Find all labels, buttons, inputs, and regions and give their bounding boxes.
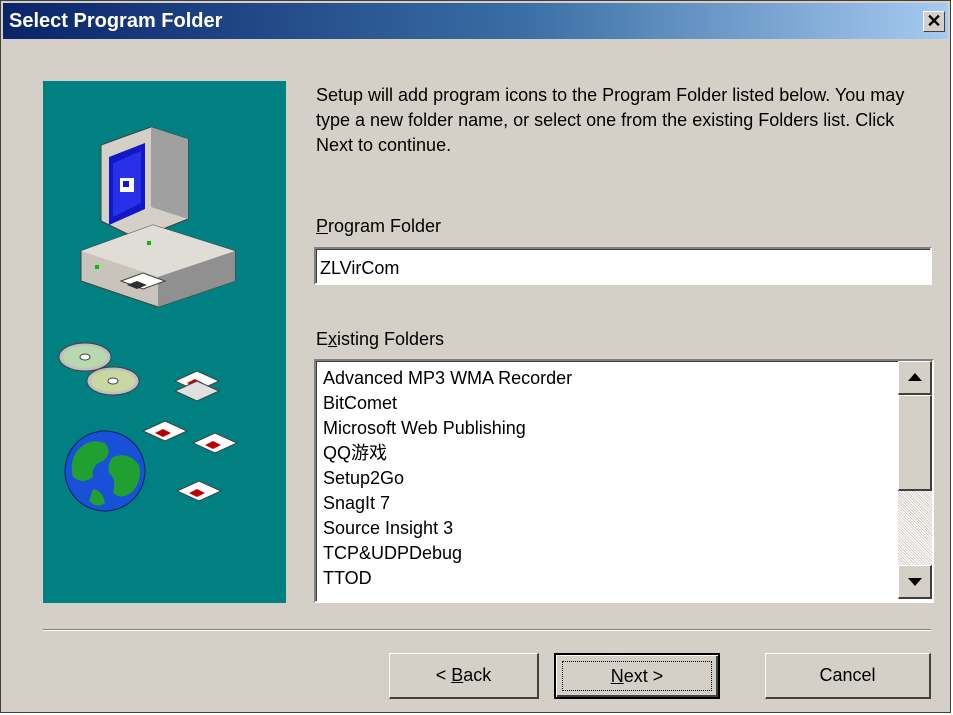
title-bar[interactable]: Select Program Folder ✕ [3, 3, 948, 39]
floppy-disks-icon [141, 370, 239, 502]
existing-folders-listbox[interactable]: Advanced MP3 WMA Recorder BitComet Micro… [314, 359, 934, 603]
window-title: Select Program Folder [9, 10, 223, 32]
list-item[interactable]: TCP&UDPDebug [323, 540, 462, 566]
program-folder-input[interactable]: ZLVirCom [314, 247, 932, 285]
close-button[interactable]: ✕ [923, 11, 945, 32]
scroll-up-button[interactable] [898, 361, 932, 395]
next-button[interactable]: Next > [554, 653, 720, 699]
list-item[interactable]: Setup2Go [323, 465, 404, 491]
select-program-folder-dialog: Select Program Folder ✕ Setup will add p… [0, 0, 951, 713]
button-separator [43, 629, 931, 631]
cancel-button[interactable]: Cancel [765, 653, 931, 699]
list-item[interactable]: Advanced MP3 WMA Recorder [323, 365, 572, 391]
scroll-down-icon [908, 578, 922, 586]
list-item[interactable]: TTOD [323, 565, 372, 591]
existing-folders-label: Existing Folders [316, 329, 445, 349]
scroll-up-icon [908, 373, 922, 381]
list-item[interactable]: Source Insight 3 [323, 515, 453, 541]
focus-rectangle [562, 661, 712, 691]
computer-icon [80, 126, 236, 308]
instructions-text: Setup will add program icons to the Prog… [316, 85, 905, 155]
close-icon: ✕ [926, 11, 942, 31]
setup-graphic-panel [43, 81, 286, 603]
list-item[interactable]: QQ游戏 [323, 440, 387, 466]
scroll-down-button[interactable] [898, 565, 932, 599]
cd-discs-icon [58, 342, 140, 396]
list-item[interactable]: SnagIt 7 [323, 490, 390, 516]
list-item[interactable]: BitComet [323, 390, 397, 416]
vertical-scrollbar[interactable] [898, 361, 932, 599]
back-button[interactable]: < Back [389, 653, 539, 699]
scroll-thumb[interactable] [898, 395, 932, 491]
program-folder-label: Program Folder [316, 216, 442, 236]
program-folder-value: ZLVirCom [320, 258, 400, 278]
globe-icon [64, 430, 146, 512]
list-item[interactable]: Microsoft Web Publishing [323, 415, 526, 441]
